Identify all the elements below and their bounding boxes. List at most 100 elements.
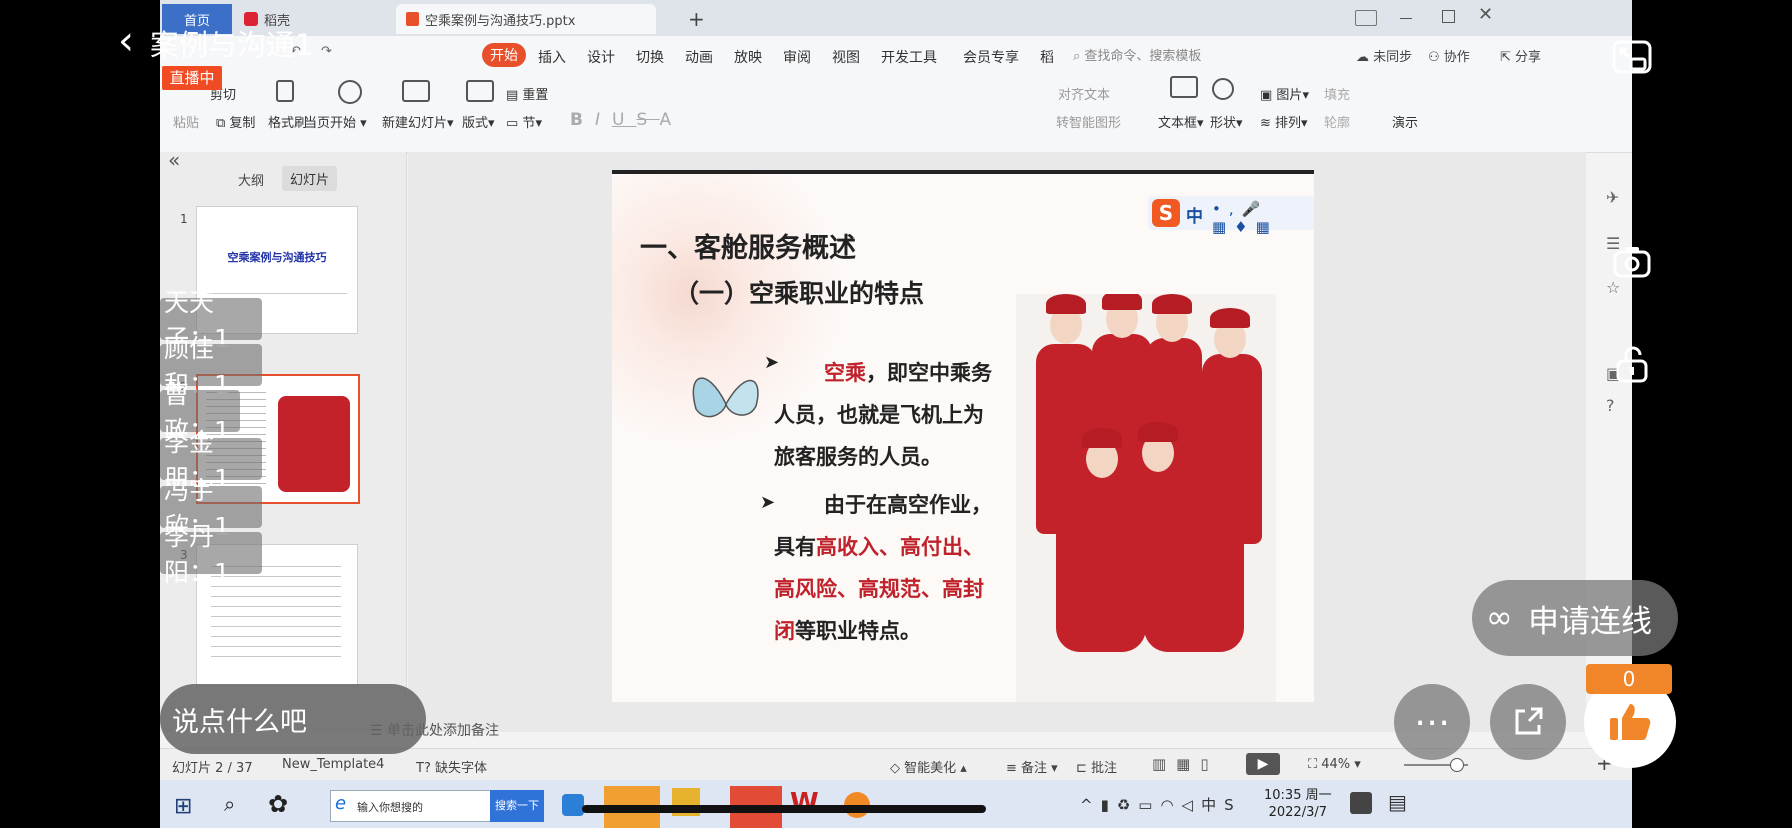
action-center-icon[interactable]: ▤: [1388, 790, 1407, 814]
butterfly-icon: [686, 364, 766, 418]
windows-start-icon[interactable]: ⊞: [174, 794, 192, 819]
back-arrow-icon[interactable]: ‹: [118, 18, 134, 64]
arrange-button[interactable]: ≋ 排列▾: [1260, 112, 1308, 131]
new-slide-button[interactable]: 新建幻灯片▾: [382, 112, 454, 131]
live-badge: 直播中: [162, 66, 222, 90]
taskbar-app-icon-1[interactable]: [562, 794, 584, 816]
collapse-panel-icon[interactable]: «: [168, 148, 180, 172]
paste-button[interactable]: 粘贴: [173, 112, 199, 131]
close-window-icon[interactable]: ✕: [1478, 4, 1493, 25]
tab-pptx-file[interactable]: 空乘案例与沟通技巧.pptx: [396, 4, 656, 34]
menu-insert[interactable]: 插入: [538, 47, 566, 67]
format-painter-button[interactable]: 格式刷: [268, 112, 307, 131]
tab-outline[interactable]: 大纲: [238, 170, 264, 189]
menu-design[interactable]: 设计: [587, 47, 615, 67]
collab-label: 协作: [1443, 50, 1470, 65]
align-text-button[interactable]: 对齐文本: [1058, 84, 1110, 103]
smart-beautify-button[interactable]: ◇ 智能美化 ▴: [890, 757, 967, 776]
bullet-2-line-1: 由于在高空作业，: [824, 492, 992, 517]
comment-label: 批注: [1091, 761, 1118, 776]
taskbar-notification-app-icon[interactable]: [1350, 792, 1372, 814]
bullet-2-line-3: 高风险、高规范、高封: [774, 576, 984, 601]
menu-member[interactable]: 会员专享: [963, 47, 1019, 67]
menu-slideshow[interactable]: 放映: [734, 47, 762, 67]
share-live-button[interactable]: [1490, 684, 1566, 760]
smart-shape-button[interactable]: 转智能图形: [1056, 112, 1121, 131]
ime-toolbar[interactable]: S 中 •,🎤▦♦▦: [1148, 196, 1314, 236]
section-button[interactable]: ▭ 节▾: [506, 112, 542, 131]
chat-message-6: 李丹阳：1: [160, 522, 262, 587]
collab-button[interactable]: ⚇ 协作: [1428, 46, 1470, 65]
from-current-button[interactable]: 当页开始 ▾: [304, 112, 367, 131]
menu-review[interactable]: 审阅: [783, 47, 811, 67]
sync-label: 未同步: [1373, 50, 1413, 65]
copy-label: 复制: [229, 116, 256, 131]
taskbar-clock[interactable]: 10:35 周一 2022/3/7: [1264, 787, 1332, 821]
unlock-icon[interactable]: [1602, 334, 1662, 394]
taskbar-wps-icon[interactable]: W: [790, 788, 819, 818]
present-button[interactable]: 演示: [1392, 112, 1418, 131]
tab-slides[interactable]: 幻灯片: [282, 166, 338, 191]
layout-button[interactable]: 版式▾: [462, 112, 495, 131]
clock-date: 2022/3/7: [1268, 805, 1327, 820]
menu-daoke[interactable]: 稻: [1040, 47, 1054, 67]
shape-button[interactable]: 形状▾: [1210, 112, 1243, 131]
ie-icon: e: [335, 793, 347, 814]
maximize-icon[interactable]: [1442, 10, 1455, 23]
zoom-slider-handle[interactable]: [1450, 758, 1464, 772]
search-icon: ⌕: [1073, 49, 1085, 64]
menu-animation[interactable]: 动画: [685, 47, 713, 67]
video-progress-bar[interactable]: [582, 805, 986, 813]
comment-icon: ⊏: [1076, 761, 1092, 776]
stewardess-photo: [1016, 294, 1276, 702]
sogou-logo-icon: S: [1152, 199, 1180, 227]
title-tab-bar: 首页 稻壳 空乘案例与沟通技巧.pptx + ✕: [160, 0, 1632, 36]
rocket-icon[interactable]: ✈: [1606, 188, 1619, 207]
notes-toggle-button[interactable]: ≡ 备注 ▾: [1006, 757, 1058, 776]
bullet-2-line-4: 闭等职业特点。: [774, 610, 1024, 652]
textbox-button[interactable]: 文本框▾: [1158, 112, 1204, 131]
beautify-icon: ◇: [890, 761, 905, 776]
reset-button[interactable]: ▤ 重置: [506, 84, 548, 103]
picture-button[interactable]: ▣ 图片▾: [1260, 84, 1309, 103]
redo-icon[interactable]: ↷: [321, 44, 332, 59]
reset-label: 重置: [522, 88, 549, 103]
apply-connect-button[interactable]: ∞ 申请连线: [1472, 580, 1678, 656]
view-mode-icons[interactable]: ▥▦▯: [1152, 755, 1219, 773]
command-search[interactable]: ⌕ 查找命令、搜索模板: [1073, 45, 1201, 64]
play-from-current-icon: [338, 80, 362, 104]
outline-button[interactable]: 轮廓: [1324, 112, 1350, 131]
share-button[interactable]: ⇱ 分享: [1500, 46, 1541, 65]
zoom-level[interactable]: ⛶ 44% ▾: [1308, 757, 1361, 772]
more-options-button[interactable]: ⋯: [1394, 684, 1470, 760]
bullet-2-line-2b: 高收入、高付出、: [816, 534, 984, 559]
missing-font-button[interactable]: T? 缺失字体: [416, 757, 487, 776]
slide-heading: 一、客舱服务概述: [640, 233, 856, 264]
app-logo-icon[interactable]: ✿: [268, 790, 288, 818]
ime-tool-icons[interactable]: •,🎤▦♦▦: [1212, 200, 1314, 236]
menu-start[interactable]: 开始: [482, 43, 526, 67]
font-style-group[interactable]: BIUSA: [570, 110, 683, 130]
help-icon[interactable]: ?: [1606, 396, 1615, 415]
fill-button[interactable]: 填充: [1324, 84, 1350, 103]
copy-button[interactable]: ⧉ 复制: [216, 112, 255, 131]
search-go-button[interactable]: 搜索一下: [490, 790, 544, 822]
menu-developer[interactable]: 开发工具: [881, 47, 937, 67]
menu-transition[interactable]: 切换: [636, 47, 664, 67]
current-slide[interactable]: 一、客舱服务概述 （一）空乘职业的特点 ➤ 空乘，即空中乘务 人员，也就是飞机上…: [612, 170, 1314, 702]
window-layout-icon[interactable]: [1355, 10, 1377, 26]
menu-view[interactable]: 视图: [832, 47, 860, 67]
play-slideshow-button[interactable]: ▶: [1246, 753, 1280, 775]
bullet-1-line-3: 旅客服务的人员。: [774, 444, 942, 469]
ime-mode-label[interactable]: 中: [1186, 202, 1203, 227]
minimize-icon[interactable]: [1400, 18, 1412, 19]
taskbar-search-icon[interactable]: ⌕: [224, 792, 235, 816]
chat-input[interactable]: 说点什么吧: [160, 684, 426, 754]
sync-button[interactable]: ☁ 未同步: [1356, 46, 1412, 65]
camera-icon[interactable]: [1602, 232, 1662, 292]
new-tab-button[interactable]: +: [688, 4, 705, 34]
comment-button[interactable]: ⊏ 批注: [1076, 757, 1117, 776]
taskbar-search-box[interactable]: e 输入你想搜的: [330, 790, 492, 822]
system-tray-icons[interactable]: ^▮♻▭◠◁中S: [1080, 794, 1242, 815]
exit-fullscreen-icon[interactable]: [1602, 28, 1662, 88]
